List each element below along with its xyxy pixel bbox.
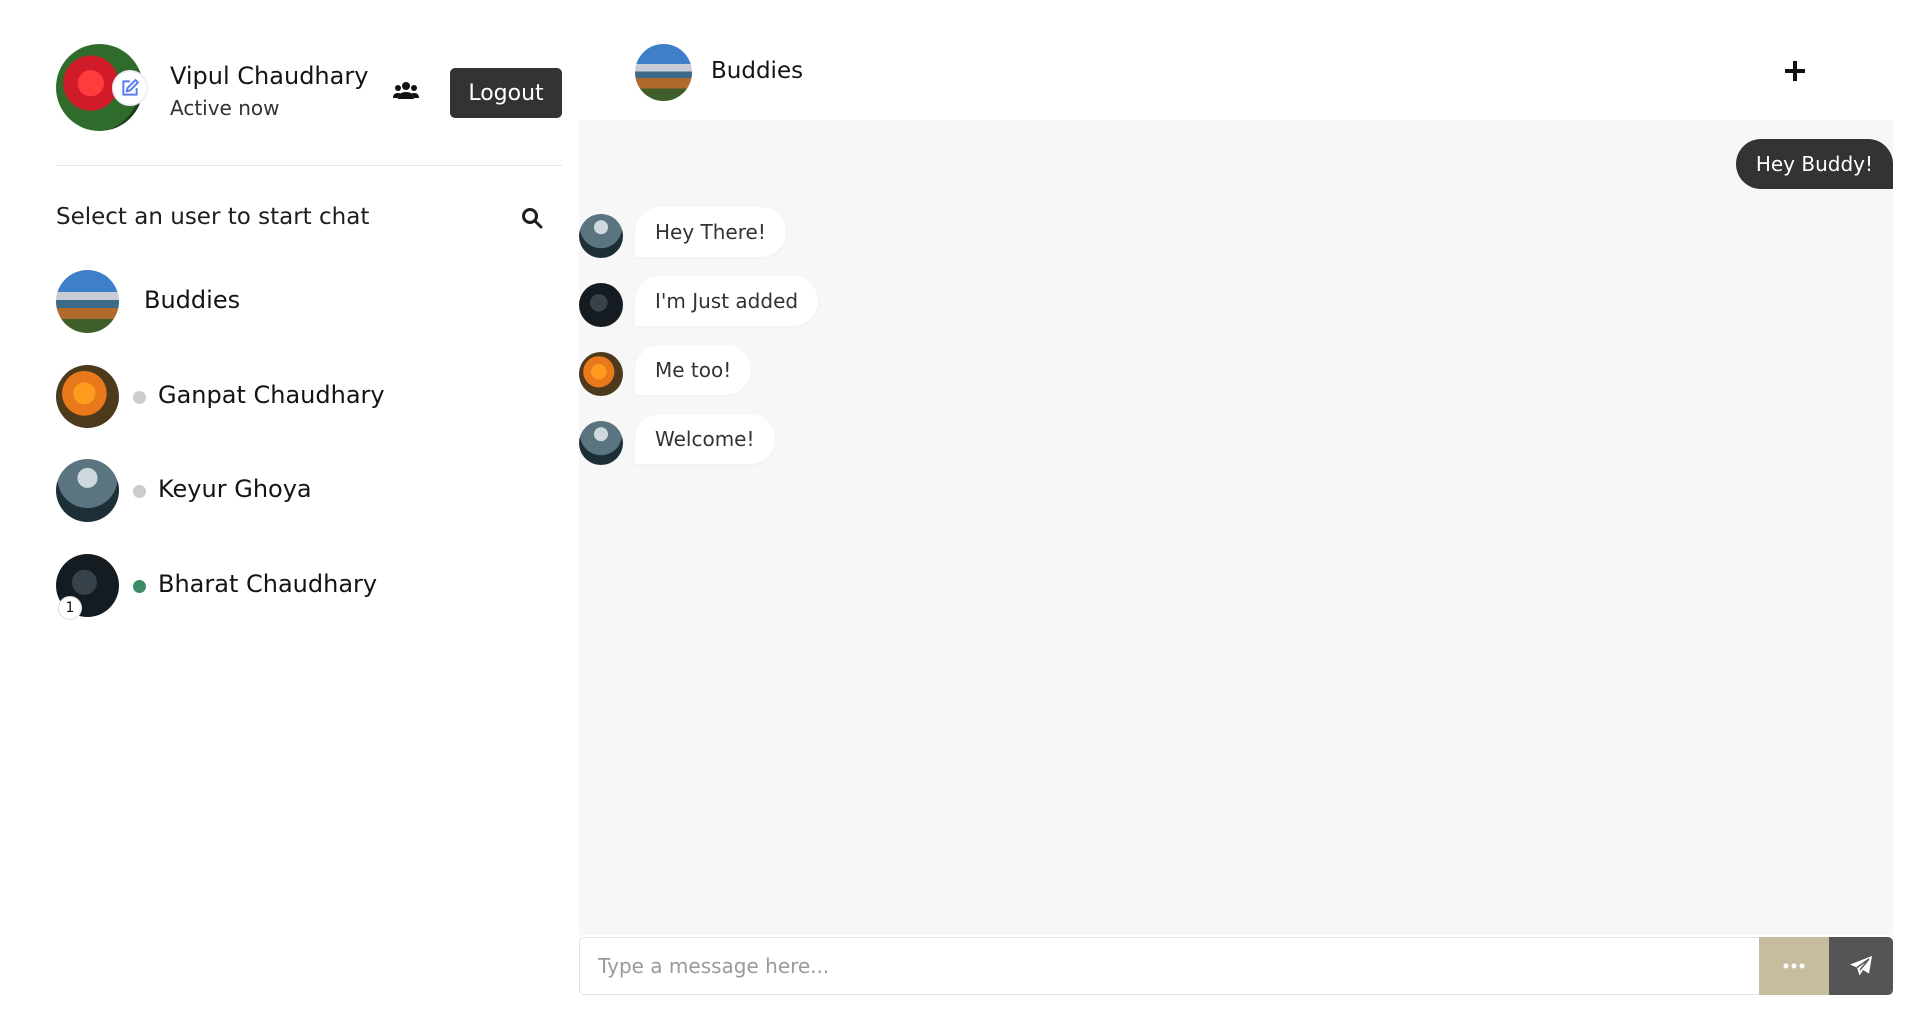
- sender-avatar: [579, 421, 623, 465]
- search-icon[interactable]: [520, 206, 544, 230]
- ellipsis-icon: [1783, 963, 1805, 969]
- user-item-buddies[interactable]: Buddies: [56, 268, 562, 363]
- message-composer: [579, 937, 1893, 995]
- user-name: Ganpat Chaudhary: [158, 380, 385, 409]
- plus-icon: [1785, 61, 1805, 81]
- search-prompt: Select an user to start chat: [56, 204, 370, 230]
- online-status-dot: [133, 579, 146, 593]
- message-bubble: Hey There!: [635, 207, 786, 257]
- sender-avatar: [579, 214, 623, 258]
- user-name: Bharat Chaudhary: [158, 569, 378, 598]
- user-list: Buddies Ganpat Chaudhary Keyur Ghoya 1 B…: [56, 268, 562, 646]
- user-search-bar: Select an user to start chat: [56, 200, 562, 240]
- chat-panel: Buddies Hey Buddy! Hey There! I'm Just a…: [579, 0, 1893, 1013]
- profile-status: Active now: [170, 96, 280, 120]
- edit-icon: [122, 79, 139, 96]
- user-avatar: [56, 459, 119, 522]
- sender-avatar: [579, 352, 623, 396]
- incoming-message: Hey There!: [579, 207, 1279, 258]
- incoming-message: Welcome!: [579, 414, 1279, 465]
- user-item-keyur-ghoya[interactable]: Keyur Ghoya: [56, 457, 562, 552]
- outgoing-message: Hey Buddy!: [1735, 139, 1893, 189]
- user-name: Keyur Ghoya: [158, 475, 312, 503]
- offline-status-dot: [133, 485, 146, 498]
- edit-profile-button[interactable]: [112, 70, 148, 106]
- offline-status-dot: [133, 390, 146, 404]
- send-icon: [1850, 956, 1872, 976]
- user-item-bharat-chaudhary[interactable]: 1 Bharat Chaudhary: [56, 552, 562, 647]
- message-bubble: I'm Just added: [635, 276, 819, 326]
- more-options-button[interactable]: [1759, 937, 1829, 995]
- user-name: Buddies: [144, 286, 241, 314]
- profile-header: Vipul Chaudhary Active now Logout: [56, 44, 562, 132]
- message-bubble: Me too!: [635, 345, 752, 395]
- group-avatar: [56, 270, 119, 333]
- incoming-message: I'm Just added: [579, 276, 1279, 327]
- divider: [56, 165, 562, 166]
- add-member-button[interactable]: [1780, 56, 1810, 86]
- incoming-message: Me too!: [579, 345, 1279, 396]
- profile-name: Vipul Chaudhary: [170, 62, 369, 90]
- send-button[interactable]: [1829, 937, 1893, 995]
- chat-avatar: [635, 44, 692, 101]
- message-list: Hey Buddy! Hey There! I'm Just added Me …: [579, 120, 1893, 935]
- sidebar: Vipul Chaudhary Active now Logout Select…: [56, 0, 562, 1013]
- message-input[interactable]: [579, 937, 1759, 995]
- logout-button[interactable]: Logout: [450, 68, 562, 118]
- unread-count-badge: 1: [58, 595, 82, 620]
- user-avatar: [56, 364, 119, 428]
- chat-title: Buddies: [711, 58, 804, 84]
- chat-header: Buddies: [579, 0, 1893, 120]
- message-bubble: Welcome!: [635, 414, 775, 464]
- users-icon[interactable]: [392, 80, 420, 102]
- sender-avatar: [579, 283, 623, 327]
- user-item-ganpat-chaudhary[interactable]: Ganpat Chaudhary: [56, 363, 562, 458]
